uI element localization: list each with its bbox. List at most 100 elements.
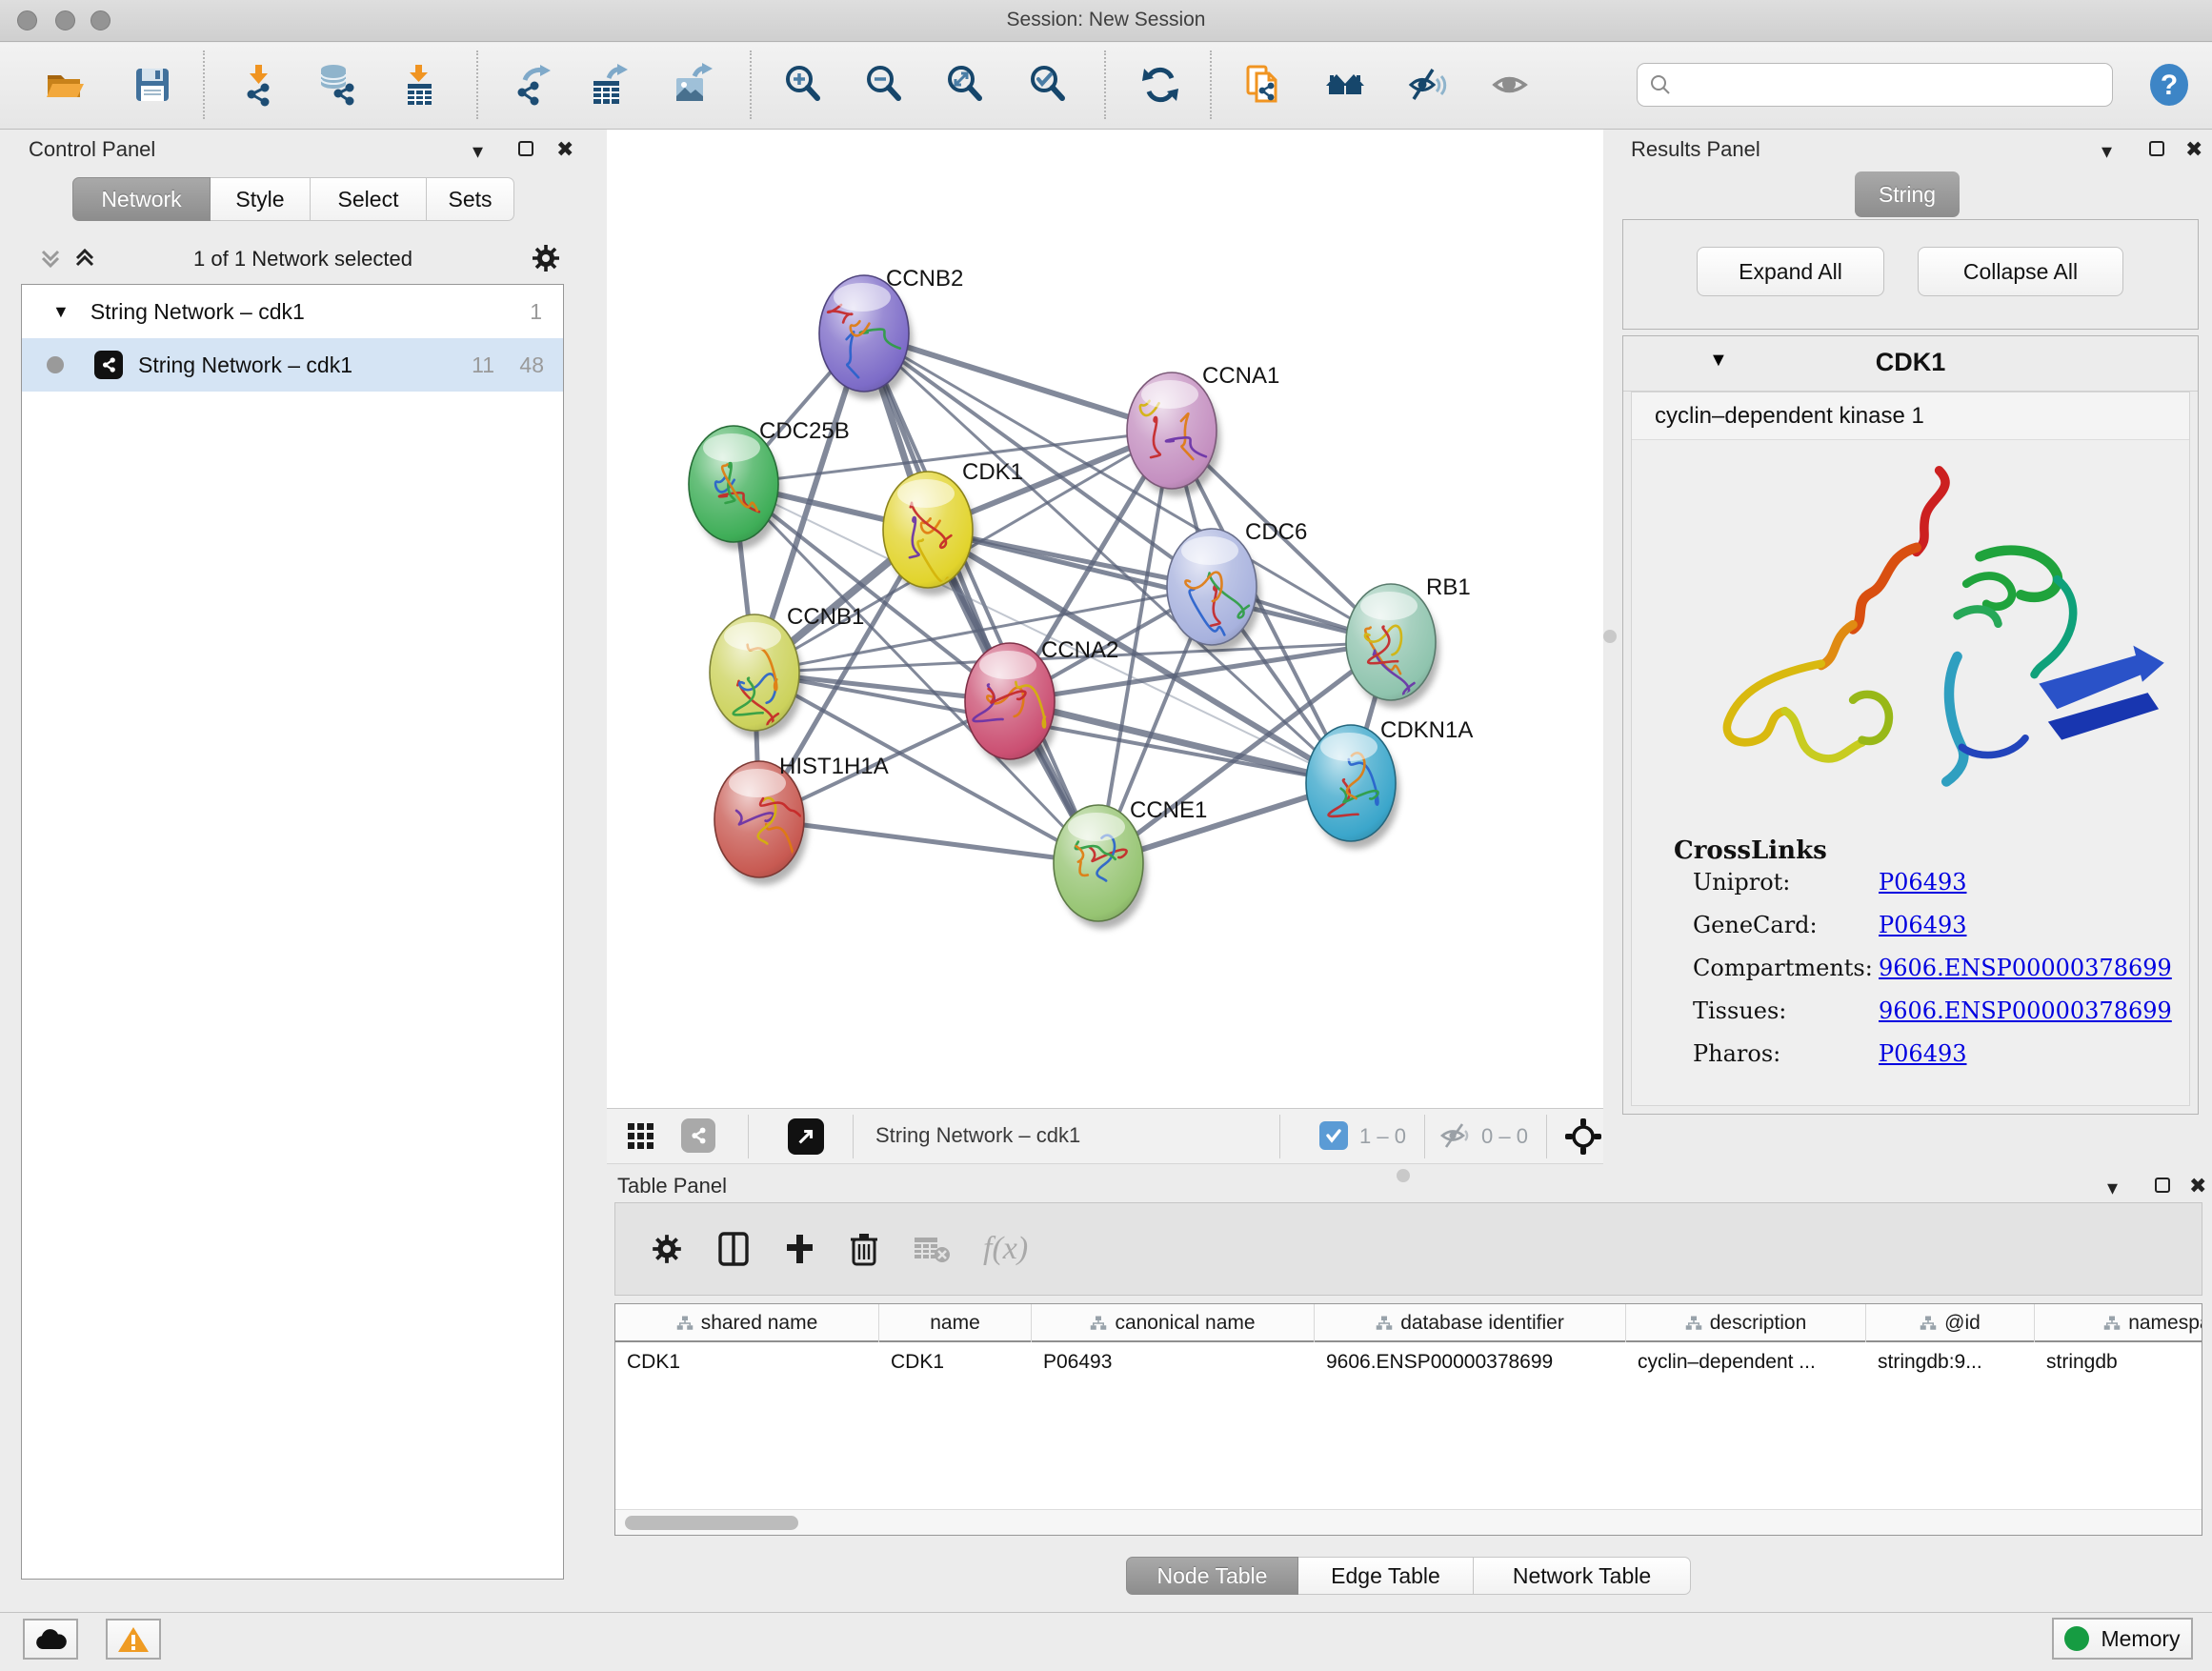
table-settings-gear-icon[interactable] [650,1232,684,1266]
crosslink-row: Pharos:P06493 [1693,1040,1967,1067]
table-cell[interactable]: CDK1 [615,1344,879,1380]
table-cell[interactable]: cyclin–dependent ... [1626,1344,1866,1380]
selected-count-badge: 1 – 0 [1359,1124,1406,1149]
zoom-fit-button[interactable] [937,57,993,112]
crosslink-link[interactable]: P06493 [1879,869,1967,896]
tab-select[interactable]: Select [311,177,427,221]
show-all-button[interactable] [1484,57,1539,112]
table-panel: Table Panel ▾ ✖ f(x) shared namenamecano… [602,1170,2212,1612]
save-session-button[interactable] [125,57,180,112]
tab-node-table[interactable]: Node Table [1126,1557,1298,1595]
crosslink-link[interactable]: 9606.ENSP00000378699 [1879,955,2172,981]
column-header-canonical-name[interactable]: canonical name [1032,1304,1315,1342]
tab-string[interactable]: String [1855,171,1960,217]
zoom-out-icon [862,63,906,107]
zoom-selected-button[interactable] [1020,57,1076,112]
selected-checkbox-icon[interactable] [1319,1121,1348,1150]
tree-expander-icon[interactable]: ▼ [52,302,70,322]
crosslink-link[interactable]: P06493 [1879,1040,1967,1067]
crosslink-link[interactable]: P06493 [1879,912,1967,938]
horizontal-scrollbar[interactable] [615,1509,2202,1535]
column-header-shared-name[interactable]: shared name [615,1304,879,1342]
save-floppy-icon [131,63,174,107]
close-panel-button[interactable]: ✖ [2189,1174,2206,1198]
protein-name: CDK1 [1623,348,2198,377]
vertical-splitter-handle[interactable] [1603,630,1617,643]
column-header-description[interactable]: description [1626,1304,1866,1342]
panel-menu-arrow-icon[interactable]: ▾ [2101,139,2112,164]
import-network-icon [237,63,281,107]
table-cell[interactable]: stringdb:9... [1866,1344,2035,1380]
import-table-file-button[interactable] [392,57,447,112]
float-panel-button[interactable] [518,141,533,161]
svg-text:?: ? [2161,70,2178,101]
crosslink-row: Compartments:9606.ENSP00000378699 [1693,955,2172,981]
eye-slash-icon [1405,63,1449,107]
zoom-out-button[interactable] [856,57,912,112]
expand-all-networks-icon[interactable] [70,244,99,272]
node-table[interactable]: shared namenamecanonical namedatabase id… [614,1303,2202,1536]
hide-selected-button[interactable] [1399,57,1455,112]
tab-sets[interactable]: Sets [427,177,514,221]
svg-text:RB1: RB1 [1426,574,1471,600]
tab-network-table[interactable]: Network Table [1474,1557,1691,1595]
memory-button[interactable]: Memory [2052,1618,2193,1660]
column-header--id[interactable]: @id [1866,1304,2035,1342]
home-button[interactable] [1317,57,1373,112]
close-panel-button[interactable]: ✖ [556,137,573,162]
refresh-button[interactable] [1133,57,1188,112]
cloud-status-button[interactable] [23,1619,78,1660]
export-network-button[interactable] [504,57,559,112]
search-input[interactable] [1672,72,2112,97]
svg-text:HIST1H1A: HIST1H1A [779,754,889,779]
network-collection-row[interactable]: ▼ String Network – cdk1 1 [22,285,563,338]
collapse-all-networks-icon[interactable] [36,244,65,272]
table-row[interactable]: CDK1CDK1P064939606.ENSP00000378699cyclin… [615,1344,2202,1380]
grid-view-icon[interactable] [626,1121,656,1152]
table-cell[interactable]: 9606.ENSP00000378699 [1315,1344,1626,1380]
birds-eye-view-icon[interactable] [1563,1117,1603,1157]
column-header-name[interactable]: name [879,1304,1032,1342]
float-panel-button[interactable] [2155,1178,2170,1198]
network-options-gear-icon[interactable] [530,242,562,274]
warnings-button[interactable] [106,1619,161,1660]
tab-edge-table[interactable]: Edge Table [1298,1557,1474,1595]
float-panel-button[interactable] [2149,141,2164,161]
search-field[interactable] [1637,63,2113,107]
network-row-selected[interactable]: String Network – cdk1 11 48 [22,338,563,392]
export-image-button[interactable] [664,57,719,112]
collapse-all-button[interactable]: Collapse All [1918,247,2123,296]
export-table-button[interactable] [580,57,635,112]
home-icon [1323,63,1367,107]
help-button[interactable]: ? [2142,57,2197,112]
column-header-namespace[interactable]: namespace [2035,1304,2202,1342]
detach-view-button[interactable] [788,1118,824,1155]
string-network-graph[interactable]: CCNB2CCNA1CDC25BCDK1CDC6RB1CCNB1CCNA2CDK… [607,130,1603,1108]
close-panel-button[interactable]: ✖ [2185,137,2202,162]
column-header-database-identifier[interactable]: database identifier [1315,1304,1626,1342]
table-cell[interactable]: P06493 [1032,1344,1315,1380]
scrollbar-thumb[interactable] [625,1516,798,1530]
expand-all-button[interactable]: Expand All [1697,247,1884,296]
clone-network-button[interactable] [1236,57,1291,112]
protein-card-header[interactable]: ▼ CDK1 [1623,336,2198,392]
table-cell[interactable]: CDK1 [879,1344,1032,1380]
show-columns-icon[interactable] [716,1231,751,1267]
import-network-database-button[interactable] [310,57,365,112]
panel-menu-arrow-icon[interactable]: ▾ [2107,1176,2118,1200]
create-column-icon[interactable] [783,1231,815,1267]
copy-documents-icon [1241,63,1285,107]
table-cell[interactable]: stringdb [2035,1344,2202,1380]
crosslink-link[interactable]: 9606.ENSP00000378699 [1879,997,2172,1024]
delete-column-icon[interactable] [848,1230,880,1268]
tab-style[interactable]: Style [211,177,311,221]
import-network-file-button[interactable] [231,57,287,112]
open-session-button[interactable] [37,57,92,112]
network-view-icon[interactable] [681,1118,715,1153]
network-canvas[interactable]: CCNB2CCNA1CDC25BCDK1CDC6RB1CCNB1CCNA2CDK… [607,130,1603,1108]
protein-details-card: ▼ CDK1 cyclin–dependent kinase 1 [1622,335,2199,1115]
panel-menu-arrow-icon[interactable]: ▾ [473,139,483,164]
tab-network[interactable]: Network [72,177,211,221]
zoom-in-button[interactable] [775,57,831,112]
window-title: Session: New Session [0,9,2212,31]
